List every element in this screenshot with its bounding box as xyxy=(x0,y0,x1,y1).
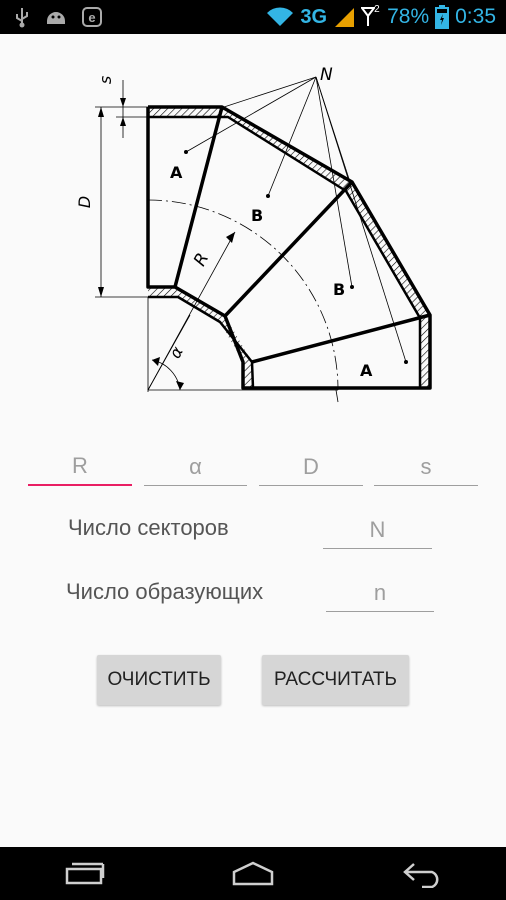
r-label: R xyxy=(190,250,213,270)
sector-a-bottom-label: A xyxy=(360,361,373,380)
sectors-label: Число секторов xyxy=(68,515,229,540)
status-bar: e 3G 2 78% 0:35 xyxy=(0,0,506,34)
recent-apps-icon[interactable] xyxy=(65,861,105,887)
clock: 0:35 xyxy=(455,5,496,28)
home-icon[interactable] xyxy=(231,861,275,887)
battery-percent: 78% xyxy=(387,5,430,28)
generators-input[interactable] xyxy=(326,574,434,612)
antenna-icon xyxy=(361,7,376,26)
signal-badge: 2 xyxy=(361,4,381,30)
alpha-label: α xyxy=(165,343,187,362)
radius-input[interactable] xyxy=(28,448,132,486)
generators-label: Число образующих xyxy=(66,579,264,604)
battery-icon xyxy=(435,5,450,29)
back-icon[interactable] xyxy=(402,860,444,888)
s-label: s xyxy=(96,76,115,84)
angle-input[interactable] xyxy=(144,448,247,486)
system-status: 3G 2 78% 0:35 xyxy=(266,4,496,30)
d-label: D xyxy=(75,196,94,208)
diameter-input[interactable] xyxy=(259,448,363,486)
svg-text:e: e xyxy=(88,10,95,25)
e-icon: e xyxy=(82,7,102,27)
calculate-button[interactable]: РАССЧИТАТЬ xyxy=(262,655,409,705)
sector-b-top-label: B xyxy=(251,206,263,225)
sector-a-top-label: A xyxy=(170,163,183,182)
notification-icons: e xyxy=(14,6,102,28)
sectors-input[interactable] xyxy=(323,511,432,549)
clear-button[interactable]: ОЧИСТИТЬ xyxy=(97,655,221,705)
navigation-bar xyxy=(0,847,506,900)
signal-icon xyxy=(335,8,355,27)
thickness-input[interactable] xyxy=(374,448,478,486)
network-type: 3G xyxy=(300,5,328,28)
parameter-inputs xyxy=(28,448,478,488)
pipe-elbow-diagram: s D N R α A B B A xyxy=(75,65,432,403)
arrowheads xyxy=(98,98,408,390)
n-label: N xyxy=(320,65,333,85)
usb-icon xyxy=(16,8,28,28)
android-icon xyxy=(47,12,65,24)
wifi-icon xyxy=(267,7,294,26)
sector-b-bottom-label: B xyxy=(333,280,345,299)
